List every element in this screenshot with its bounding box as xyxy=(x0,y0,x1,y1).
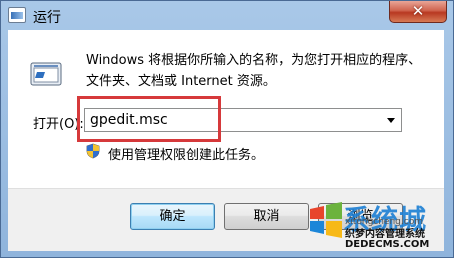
window-title: 运行 xyxy=(33,10,61,26)
dialog-description: Windows 将根据你所输入的名称，为您打开相应的程序、文件夹、文档或 Int… xyxy=(86,53,422,89)
watermark-url: DEDECMS.COM xyxy=(345,239,430,250)
highlight-annotation-box xyxy=(77,96,221,142)
uac-shield-icon xyxy=(86,143,100,159)
cancel-button[interactable]: 取消 xyxy=(224,203,309,230)
watermark-subtitle: 织梦内容管理系统 xyxy=(345,229,425,240)
run-program-icon xyxy=(30,62,62,86)
run-app-icon xyxy=(8,7,26,23)
title-bar[interactable]: 运行 ✕ xyxy=(1,1,453,31)
close-button[interactable]: ✕ xyxy=(389,1,447,23)
windows-logo-icon xyxy=(310,202,342,238)
close-icon: ✕ xyxy=(411,2,425,20)
watermark: 系统城 xitongcheng.com 织梦内容管理系统 DEDECMS.COM xyxy=(305,198,454,258)
ok-button[interactable]: 确定 xyxy=(130,203,215,230)
admin-privilege-note: 使用管理权限创建此任务。 xyxy=(108,148,265,163)
chevron-down-icon[interactable] xyxy=(387,118,395,123)
